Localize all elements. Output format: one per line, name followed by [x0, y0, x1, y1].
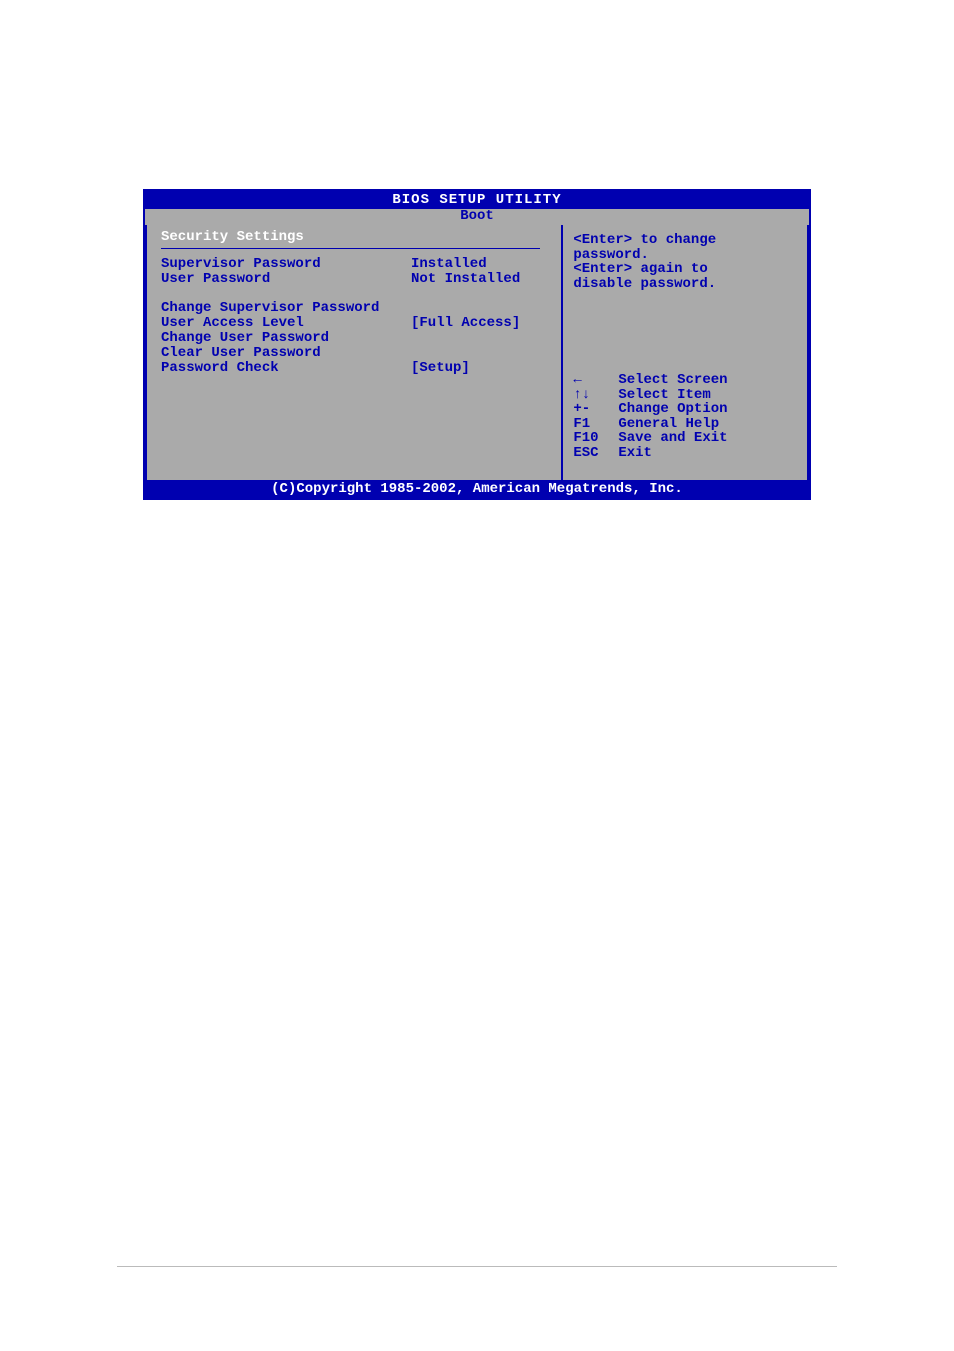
change-user-password-item[interactable]: Change User Password: [161, 331, 551, 345]
right-panel: <Enter> to change password. <Enter> agai…: [563, 225, 809, 480]
copyright-footer: (C)Copyright 1985-2002, American Megatre…: [145, 480, 809, 498]
password-check-value: [Setup]: [411, 361, 551, 375]
title-bar: BIOS SETUP UTILITY: [145, 191, 809, 209]
supervisor-password-value: Installed: [411, 257, 551, 271]
clear-user-password-item[interactable]: Clear User Password: [161, 346, 551, 360]
clear-user-password-value: [411, 346, 551, 360]
keyhelp-select-screen-desc: Select Screen: [618, 373, 797, 388]
password-check-label: Password Check: [161, 361, 411, 375]
user-access-level-label: User Access Level: [161, 316, 411, 330]
change-user-password-value: [411, 331, 551, 345]
user-access-level-item[interactable]: User Access Level [Full Access]: [161, 316, 551, 330]
user-password-row: User Password Not Installed: [161, 272, 551, 286]
supervisor-password-label: Supervisor Password: [161, 257, 411, 271]
keyhelp-exit-desc: Exit: [618, 446, 797, 461]
change-supervisor-password-value: [411, 301, 551, 315]
tab-bar: Boot: [145, 209, 809, 225]
keyhelp-general-help-desc: General Help: [618, 417, 797, 432]
keyhelp-f1-key: F1: [573, 417, 618, 432]
page-divider: [117, 1266, 837, 1267]
section-header: Security Settings: [161, 229, 540, 249]
content-area: Security Settings Supervisor Password In…: [145, 225, 809, 480]
keyhelp-select-item: ↑↓ Select Item: [573, 388, 797, 403]
spacer: [161, 287, 551, 301]
help-line1: <Enter> to change: [573, 233, 797, 248]
change-user-password-label: Change User Password: [161, 331, 411, 345]
bios-window: BIOS SETUP UTILITY Boot Security Setting…: [143, 189, 811, 500]
keyhelp-select-screen: ← Select Screen: [573, 373, 797, 388]
updown-arrow-icon: ↑↓: [573, 388, 618, 403]
keyhelp-save-exit-desc: Save and Exit: [618, 431, 797, 446]
help-line2: password.: [573, 248, 797, 263]
keyhelp-f10-key: F10: [573, 431, 618, 446]
change-supervisor-password-item[interactable]: Change Supervisor Password: [161, 301, 551, 315]
tab-boot[interactable]: Boot: [458, 209, 496, 223]
keyhelp-exit: ESC Exit: [573, 446, 797, 461]
keyhelp-plusminus-key: +-: [573, 402, 618, 417]
change-supervisor-password-label: Change Supervisor Password: [161, 301, 411, 315]
title-text: BIOS SETUP UTILITY: [145, 192, 809, 208]
keyhelp-save-exit: F10 Save and Exit: [573, 431, 797, 446]
keyhelp-change-option: +- Change Option: [573, 402, 797, 417]
spacer: [573, 460, 797, 470]
item-help: <Enter> to change password. <Enter> agai…: [573, 233, 797, 291]
user-password-value: Not Installed: [411, 272, 551, 286]
supervisor-password-row: Supervisor Password Installed: [161, 257, 551, 271]
user-password-label: User Password: [161, 272, 411, 286]
keyhelp-esc-key: ESC: [573, 446, 618, 461]
help-line3: <Enter> again to: [573, 262, 797, 277]
left-arrow-icon: ←: [573, 373, 618, 388]
user-access-level-value: [Full Access]: [411, 316, 551, 330]
help-line4: disable password.: [573, 277, 797, 292]
keyhelp-general-help: F1 General Help: [573, 417, 797, 432]
password-check-item[interactable]: Password Check [Setup]: [161, 361, 551, 375]
key-help: ← Select Screen ↑↓ Select Item +- Change…: [573, 363, 797, 460]
clear-user-password-label: Clear User Password: [161, 346, 411, 360]
keyhelp-change-option-desc: Change Option: [618, 402, 797, 417]
left-panel: Security Settings Supervisor Password In…: [145, 225, 563, 480]
keyhelp-select-item-desc: Select Item: [618, 388, 797, 403]
